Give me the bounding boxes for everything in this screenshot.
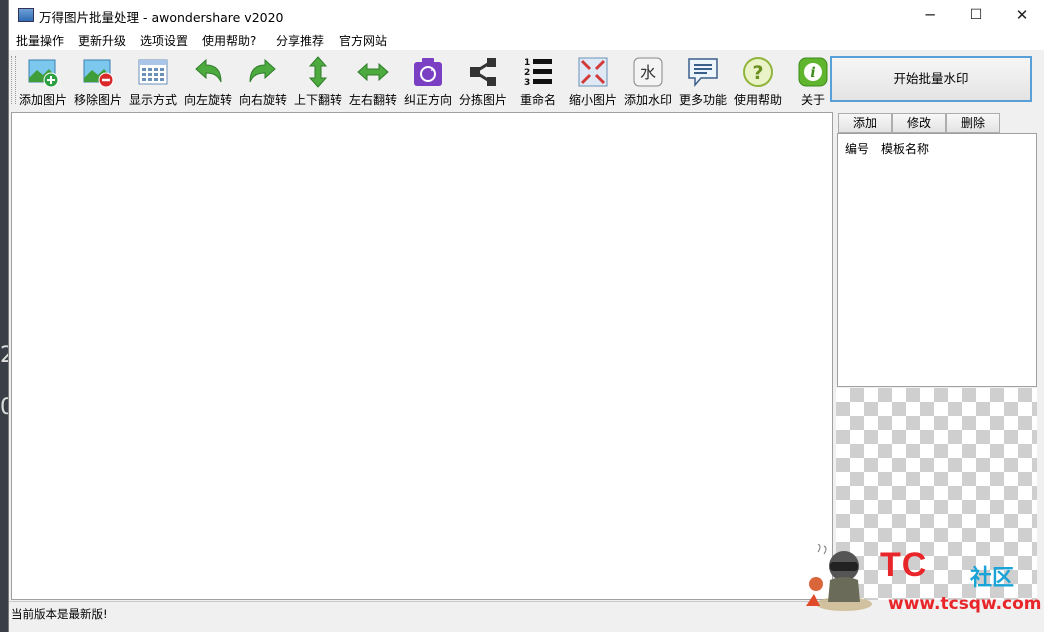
add-template-button[interactable]: 添加 [838, 113, 892, 133]
window-title: 万得图片批量处理 - awondershare v2020 [39, 10, 284, 25]
start-batch-watermark-button[interactable]: 开始批量水印 [830, 56, 1032, 102]
remove-image-button[interactable]: 移除图片 [70, 54, 126, 108]
svg-text:2: 2 [524, 68, 530, 78]
help-button[interactable]: ? 使用帮助 [730, 54, 786, 108]
display-mode-button[interactable]: 显示方式 [125, 54, 181, 108]
add-image-button[interactable]: 添加图片 [15, 54, 71, 108]
close-button[interactable]: ✕ [999, 0, 1044, 30]
minimize-button[interactable]: ─ [907, 0, 953, 30]
display-mode-icon [138, 59, 168, 85]
flip-horizontal-icon [357, 62, 389, 82]
svg-text:水: 水 [640, 63, 656, 82]
watermark-brand-suffix: 社区 [970, 566, 1015, 591]
app-logo-icon [18, 8, 34, 22]
watermark-url: www.tcsqw.com [888, 594, 1042, 614]
maximize-button[interactable]: ☐ [953, 0, 999, 30]
flip-horizontal-button[interactable]: 左右翻转 [345, 54, 401, 108]
toolbar: 添加图片 移除图片 显示方式 向左旋转 向右旋转 上下翻转 左右翻转 纠正方向 … [9, 50, 831, 110]
template-list[interactable]: 编号 模板名称 [837, 133, 1037, 387]
rotate-right-button[interactable]: 向右旋转 [235, 54, 291, 108]
about-icon: i [798, 57, 828, 87]
rotate-right-icon [249, 58, 276, 83]
svg-text:1: 1 [524, 58, 530, 68]
rename-icon: 1 2 3 [524, 58, 552, 88]
rotate-left-button[interactable]: 向左旋转 [180, 54, 236, 108]
flip-vertical-icon [308, 56, 328, 88]
watermark-brand: TC [880, 546, 928, 584]
help-icon: ? [743, 57, 773, 87]
svg-text:3: 3 [524, 78, 530, 88]
menu-batch-operations[interactable]: 批量操作 [16, 32, 64, 49]
sort-images-button[interactable]: 分拣图片 [455, 54, 511, 108]
status-bar: 当前版本是最新版! [9, 601, 831, 624]
add-image-icon [28, 59, 59, 88]
add-watermark-icon: 水 [633, 57, 663, 87]
shrink-image-icon [578, 57, 608, 87]
svg-text:?: ? [752, 62, 763, 84]
app-window: 万得图片批量处理 - awondershare v2020 ─ ☐ ✕ 批量操作… [8, 0, 1044, 632]
correct-orientation-button[interactable]: 纠正方向 [400, 54, 456, 108]
flip-vertical-button[interactable]: 上下翻转 [290, 54, 346, 108]
mascot-watermark-icon [806, 544, 872, 611]
rename-button[interactable]: 1 2 3 重命名 [510, 54, 566, 108]
correct-orientation-icon [414, 58, 442, 86]
sort-images-icon [470, 58, 496, 86]
svg-text:i: i [810, 65, 815, 81]
add-watermark-button[interactable]: 水 添加水印 [620, 54, 676, 108]
column-header-number[interactable]: 编号 [845, 140, 869, 157]
title-bar[interactable]: 万得图片批量处理 - awondershare v2020 ─ ☐ ✕ [9, 0, 1044, 30]
column-header-template-name[interactable]: 模板名称 [881, 140, 929, 157]
menu-help[interactable]: 使用帮助? [202, 32, 256, 49]
menu-options[interactable]: 选项设置 [140, 32, 188, 49]
delete-template-button[interactable]: 删除 [946, 113, 1000, 133]
rotate-left-icon [195, 58, 222, 83]
menu-bar: 批量操作 更新升级 选项设置 使用帮助? 分享推荐 官方网站 [9, 30, 1044, 50]
image-list-area[interactable] [11, 112, 833, 600]
menu-update[interactable]: 更新升级 [78, 32, 126, 49]
status-text: 当前版本是最新版! [11, 607, 108, 621]
menu-share[interactable]: 分享推荐 [276, 32, 324, 49]
more-features-button[interactable]: 更多功能 [675, 54, 731, 108]
menu-website[interactable]: 官方网站 [339, 32, 387, 49]
remove-image-icon [83, 59, 114, 88]
more-features-icon [688, 58, 718, 88]
edit-template-button[interactable]: 修改 [892, 113, 946, 133]
shrink-image-button[interactable]: 缩小图片 [565, 54, 621, 108]
